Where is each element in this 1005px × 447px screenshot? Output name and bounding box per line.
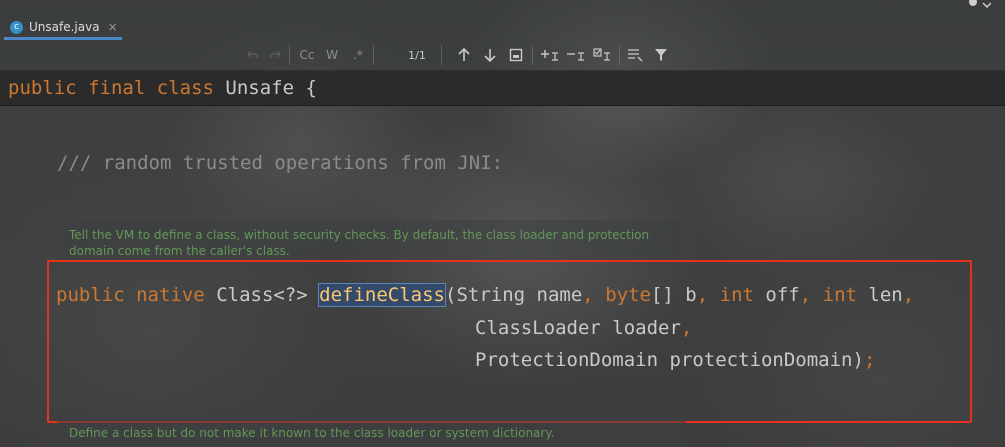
toolbar-divider [532, 45, 533, 65]
add-occurrence-icon[interactable] [540, 46, 560, 64]
sticky-class-header[interactable]: public final class Unsafe { [0, 71, 1005, 106]
select-occurrences-icon[interactable] [592, 46, 612, 64]
keyword-final: final [88, 77, 146, 99]
tab-label: Unsafe.java [29, 20, 100, 34]
keyword-public: public [8, 77, 77, 99]
undo-icon[interactable] [244, 46, 262, 64]
open-brace: { [305, 77, 317, 99]
java-class-icon: c [10, 20, 23, 34]
editor-tab-bar: c Unsafe.java × [0, 0, 1005, 40]
keyword-class: class [156, 77, 214, 99]
code-comment: /// random trusted operations from JNI: [57, 152, 504, 174]
toolbar-divider [619, 45, 620, 65]
remove-occurrence-icon[interactable] [566, 46, 586, 64]
select-all-occurrences-icon[interactable] [507, 46, 525, 64]
toolbar-divider [289, 45, 290, 65]
tab-unsafe-java[interactable]: c Unsafe.java × [4, 14, 122, 40]
user-profile-icon[interactable] [965, 0, 992, 10]
toolbar-divider [441, 45, 442, 65]
arrow-up-icon[interactable] [455, 46, 473, 64]
javadoc-define-class: Tell the VM to define a class, without s… [57, 220, 686, 260]
toolbar-divider [373, 45, 374, 65]
match-case-toggle[interactable]: Cc [296, 46, 318, 64]
regex-toggle[interactable]: .* [349, 46, 367, 64]
close-icon[interactable]: × [108, 20, 118, 34]
filter-lines-icon[interactable] [626, 46, 644, 64]
class-name: Unsafe [225, 77, 295, 99]
arrow-down-icon[interactable] [481, 46, 499, 64]
filter-icon[interactable] [652, 46, 670, 64]
redo-icon[interactable] [266, 46, 284, 64]
annotation-highlight-box [47, 260, 972, 423]
find-toolbar: Cc W .* 1/1 [0, 40, 1005, 71]
javadoc-define-anonymous-class: Define a class but do not make it known … [57, 416, 686, 447]
whole-words-toggle[interactable]: W [323, 46, 341, 64]
match-count: 1/1 [408, 48, 426, 62]
